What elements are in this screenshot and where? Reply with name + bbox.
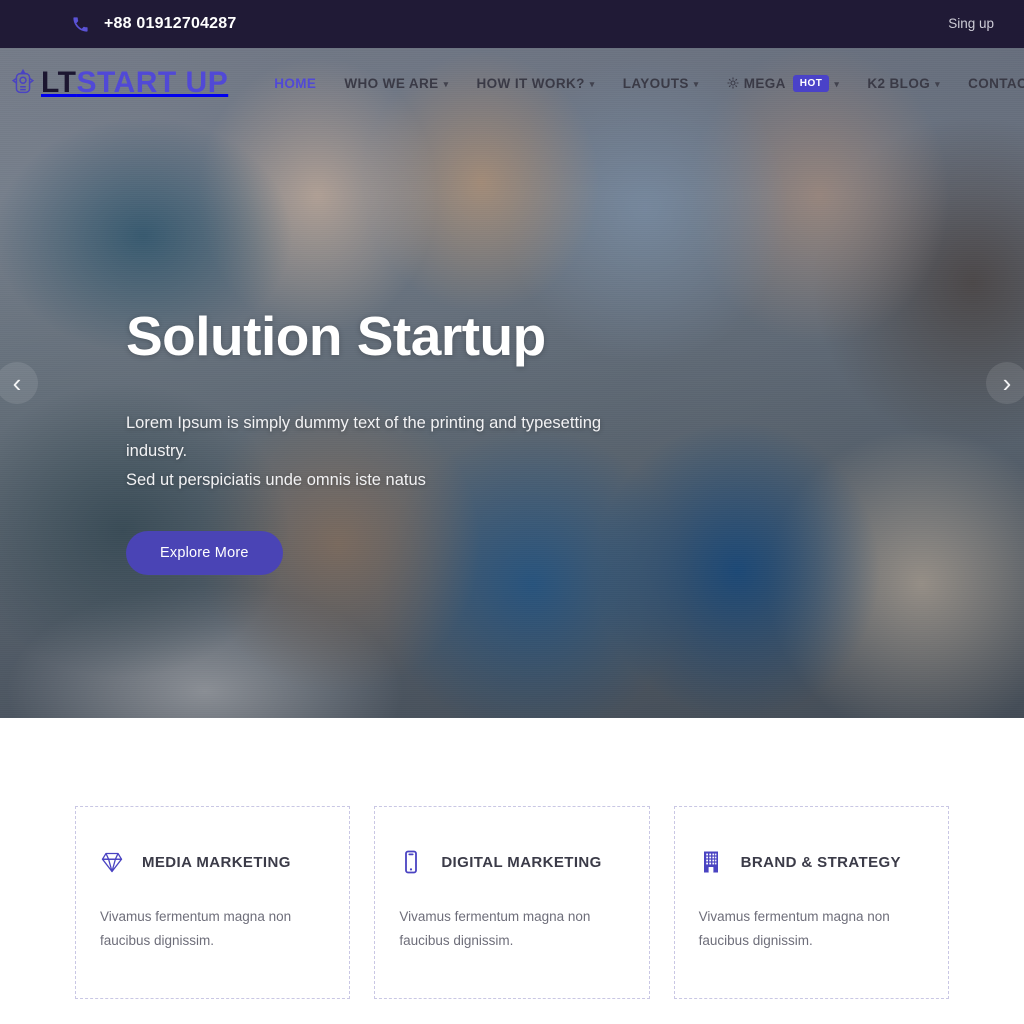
hero-subtitle-line1: Lorem Ipsum is simply dummy text of the … <box>126 413 602 461</box>
service-card-text: Vivamus fermentum magna non faucibus dig… <box>100 909 292 948</box>
chevron-down-icon: ▾ <box>589 78 595 89</box>
service-card-title: DIGITAL MARKETING <box>441 853 602 871</box>
phone-number-text: +88 01912704287 <box>104 15 237 32</box>
nav-item-contact[interactable]: CONTACT <box>968 76 1024 91</box>
chevron-down-icon: ▾ <box>443 78 449 89</box>
slider-next-arrow-icon[interactable]: › <box>986 362 1024 404</box>
logo-text: LTSTART UP <box>41 68 228 98</box>
top-bar-right: Sing up <box>948 15 994 33</box>
signup-link[interactable]: Sing up <box>948 16 994 31</box>
nav-item-layouts[interactable]: LAYOUTS ▾ <box>623 76 699 91</box>
nav-item-who-we-are[interactable]: WHO WE ARE ▾ <box>344 76 448 91</box>
mobile-phone-icon <box>399 849 423 875</box>
service-card-digital-marketing[interactable]: DIGITAL MARKETING Vivamus fermentum magn… <box>374 806 650 1000</box>
site-logo[interactable]: LTSTART UP <box>8 68 228 98</box>
building-icon <box>699 849 723 875</box>
contact-phone: +88 01912704287 <box>70 14 236 34</box>
service-card-text: Vivamus fermentum magna non faucibus dig… <box>399 909 591 948</box>
service-card-header: BRAND & STRATEGY <box>699 849 924 875</box>
nav-item-mega[interactable]: MEGA HOT ▾ <box>727 74 840 92</box>
chevron-down-icon: ▾ <box>693 78 699 89</box>
hero-content: Solution Startup Lorem Ipsum is simply d… <box>126 305 626 576</box>
service-card-header: DIGITAL MARKETING <box>399 849 624 875</box>
service-card-title: MEDIA MARKETING <box>142 853 291 871</box>
phone-icon <box>70 14 90 34</box>
nav-item-k2-blog-label: K2 BLOG <box>867 75 931 91</box>
nav-item-k2-blog[interactable]: K2 BLOG ▾ <box>867 76 940 91</box>
nav-item-home[interactable]: HOME <box>274 76 316 91</box>
nav-item-home-label: HOME <box>274 75 317 91</box>
nav-item-who-we-are-label: WHO WE ARE <box>344 75 439 91</box>
logo-text-secondary: START UP <box>76 66 229 99</box>
nav-item-how-it-work-label: HOW IT WORK? <box>476 75 585 91</box>
top-bar: +88 01912704287 Sing up <box>0 0 1024 48</box>
chevron-down-icon: ▾ <box>935 78 941 89</box>
gear-icon <box>727 77 739 89</box>
service-card-brand-strategy[interactable]: BRAND & STRATEGY Vivamus fermentum magna… <box>673 806 949 1000</box>
diamond-icon <box>100 849 124 875</box>
rocket-badge-icon <box>8 68 38 98</box>
hero-slider: LTSTART UP HOME WHO WE ARE ▾ HOW IT WORK… <box>0 48 1024 718</box>
main-navigation: LTSTART UP HOME WHO WE ARE ▾ HOW IT WORK… <box>0 48 1024 118</box>
service-card-media-marketing[interactable]: MEDIA MARKETING Vivamus fermentum magna … <box>75 806 351 1000</box>
service-card-text: Vivamus fermentum magna non faucibus dig… <box>698 909 890 948</box>
nav-item-contact-label: CONTACT <box>968 75 1024 91</box>
nav-item-mega-label: MEGA <box>743 75 786 91</box>
hero-title: Solution Startup <box>126 305 546 367</box>
hero-subtitle-line2: Sed ut perspiciatis unde omnis iste natu… <box>126 471 426 490</box>
service-card-header: MEDIA MARKETING <box>100 849 325 875</box>
hero-subtitle: Lorem Ipsum is simply dummy text of the … <box>126 409 626 496</box>
nav-item-layouts-label: LAYOUTS <box>622 75 689 91</box>
chevron-down-icon: ▾ <box>834 78 840 89</box>
explore-more-button[interactable]: Explore More <box>126 531 283 576</box>
logo-text-primary: LT <box>41 66 77 99</box>
services-section: MEDIA MARKETING Vivamus fermentum magna … <box>0 718 1024 1000</box>
nav-menu: HOME WHO WE ARE ▾ HOW IT WORK? ▾ LAYOUTS… <box>274 62 1024 104</box>
status-badge-hot: HOT <box>792 74 830 92</box>
nav-item-how-it-work[interactable]: HOW IT WORK? ▾ <box>477 76 595 91</box>
service-card-title: BRAND & STRATEGY <box>740 853 901 871</box>
